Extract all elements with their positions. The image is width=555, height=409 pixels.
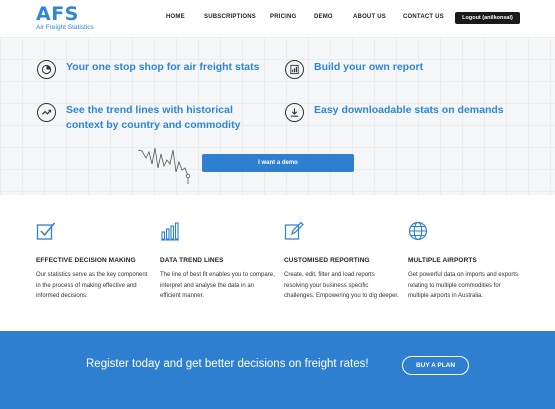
logo-title: AFS [36,3,79,25]
benefit-decision-making: EFFECTIVE DECISION MAKING Our statistics… [36,221,151,302]
nav-contact-us[interactable]: CONTACT US [403,14,444,20]
benefit-title: MULTIPLE AIRPORTS [408,257,477,264]
report-icon [285,60,304,79]
pie-chart-icon [37,60,56,79]
logout-button[interactable]: Logout (anilkonsal) [455,12,520,24]
site-header: AFS Air Freight Statistics HOME SUBSCRIP… [0,0,555,37]
feature-trend-lines: See the trend lines with historical cont… [37,103,267,133]
feature-text: Easy downloadable stats on demands [314,104,504,116]
benefit-data-trend-lines: DATA TREND LINES The line of best fit en… [160,221,275,302]
globe-icon [408,221,428,241]
nav-about-us[interactable]: ABOUT US [353,14,386,20]
bar-chart-icon [161,222,179,241]
download-icon [285,103,304,122]
benefit-description: The line of best fit enables you to comp… [160,272,275,299]
benefit-description: Create, edit, filter and load reports re… [284,272,399,299]
want-demo-button[interactable]: I want a demo [202,154,354,172]
benefit-title: DATA TREND LINES [160,257,224,264]
trend-line-icon [37,103,56,122]
nav-demo[interactable]: DEMO [314,14,333,20]
nav-pricing[interactable]: PRICING [270,14,296,20]
edit-icon [284,221,304,240]
checkbox-icon [36,222,56,240]
feature-build-report: Build your own report [285,60,423,79]
benefit-description: Get powerful data on imports and exports… [408,272,519,299]
feature-text: See the trend lines with historical cont… [66,104,241,131]
logo-tagline: Air Freight Statistics [36,24,94,31]
cta-text: Register today and get better decisions … [86,358,369,370]
benefit-title: EFFECTIVE DECISION MAKING [36,257,136,264]
nav-subscriptions[interactable]: SUBSCRIPTIONS [204,14,256,20]
benefit-title: CUSTOMISED REPORTING [284,257,370,264]
feature-one-stop-shop: Your one stop shop for air freight stats [37,60,260,79]
feature-text: Your one stop shop for air freight stats [66,61,260,73]
logo[interactable]: AFS Air Freight Statistics [36,5,94,32]
buy-plan-button[interactable]: BUY A PLAN [402,356,469,375]
benefit-customised-reporting: CUSTOMISED REPORTING Create, edit, filte… [284,221,399,302]
benefit-multiple-airports: MULTIPLE AIRPORTS Get powerful data on i… [408,221,523,302]
register-cta-banner: Register today and get better decisions … [0,331,555,409]
squiggle-line-graphic [138,147,191,184]
feature-downloadable-stats: Easy downloadable stats on demands [285,103,504,122]
feature-text: Build your own report [314,61,424,73]
benefit-description: Our statistics serve as the key componen… [36,272,148,299]
nav-home[interactable]: HOME [166,14,185,20]
